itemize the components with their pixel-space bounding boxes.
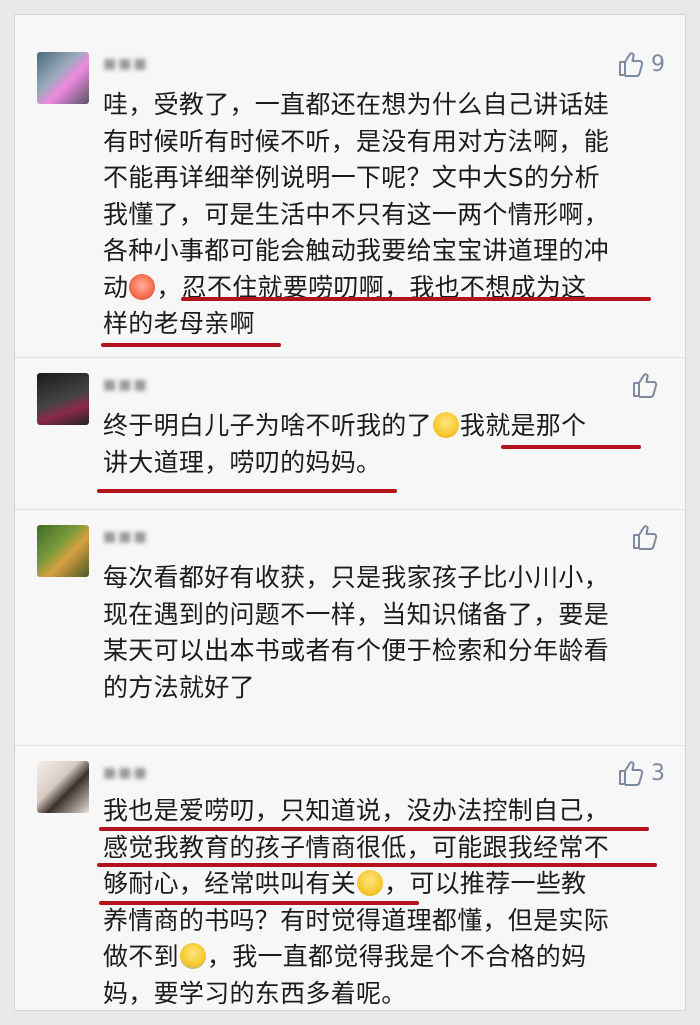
highlight-underline [181,297,651,301]
comment-line: 现在遇到的问题不一样，当知识储备了，要是 [103,599,610,629]
nickname[interactable]: ■■■ [103,56,173,76]
nickname[interactable]: ■■■ [103,529,173,549]
comment-line: 样的老母亲啊 [103,309,255,338]
comment-line: 我也是爱唠叨，只知道说，没办法控制自己， [103,796,610,825]
thumbs-up-icon [631,371,659,399]
comment-line: 有时候听有时候不听，是没有用对方法啊，能 [103,126,610,156]
comment-line: 每次看都好有收获，只是我家孩子比小川小， [103,563,610,592]
like-button[interactable]: 9 [617,49,665,79]
thumbs-up-icon [617,759,645,787]
comment-segment: 做不到 [103,942,179,971]
comment-segment: ，可以推荐一些教 [384,869,587,898]
comment-line: 不能再详细举例说明一下呢？文中大S的分析 [103,163,600,192]
like-button[interactable] [631,522,665,552]
like-count: 3 [651,760,665,786]
comment-line: 我懂了，可是生活中不只有这一两个情形啊， [103,199,610,229]
comment-segment: 够耐心，经常哄叫有关 [103,869,357,898]
comment-segment: ，我一直都觉得我是个不合格的妈 [206,942,587,971]
highlight-underline [97,863,657,867]
comment-line: 哇，受教了，一直都还在想为什么自己讲话娃 [103,90,610,119]
avatar[interactable] [37,525,89,577]
comment-line: 讲大道理，唠叨的妈妈。 [103,447,382,477]
comment-line: 养情商的书吗？有时觉得道理都懂，但是实际 [103,905,610,935]
grinning-face-icon [432,412,459,438]
like-count: 9 [651,51,665,77]
comment-line: 感觉我教育的孩子情商很低，可能跟我经常不 [103,832,610,862]
nickname[interactable]: ■■■ [103,765,173,785]
divider [15,509,687,510]
highlight-underline [99,901,419,905]
thumbs-up-icon [617,50,645,78]
frowning-face-icon [357,870,384,896]
comment-line: 各种小事都可能会触动我要给宝宝讲道理的冲 [103,236,610,265]
comment-line: 够耐心，经常哄叫有关 ，可以推荐一些教 [103,866,663,903]
comment-line: 某天可以出本书或者有个便于检索和分年龄看 [103,636,610,665]
comment-text: 哇，受教了，一直都还在想为什么自己讲话娃 有时候听有时候不听，是没有用对方法啊，… [103,87,663,343]
comment-line: 妈，要学习的东西多着呢。 [103,978,407,1008]
highlight-underline [101,343,281,347]
thumbs-up-icon [631,523,659,551]
comment-line: 终于明白儿子为啥不听我的了 我就是那个 [103,408,663,445]
divider [15,357,687,358]
comment-segment: 动 [103,272,129,302]
highlight-underline [99,827,649,831]
comment-segment: 终于明白儿子为啥不听我的了 [103,411,432,440]
flushed-face-icon [129,273,156,300]
nickname[interactable]: ■■■ [103,377,173,397]
comment-line: 的方法就好了 [103,672,255,702]
comment-text: 每次看都好有收获，只是我家孩子比小川小， 现在遇到的问题不一样，当知识储备了，要… [103,560,663,706]
like-button[interactable]: 3 [617,758,665,788]
comment-segment: 我就是那个 [459,411,587,440]
highlight-underline [97,489,397,493]
like-button[interactable] [631,370,665,400]
avatar[interactable] [37,761,89,813]
avatar[interactable] [37,52,89,104]
avatar[interactable] [37,373,89,425]
comment-list: ■■■ 9 哇，受教了，一直都还在想为什么自己讲话娃 有时候听有时候不听，是没有… [14,14,687,1011]
crying-face-icon [179,943,206,969]
highlight-underline [501,445,641,449]
divider [15,745,687,746]
comment-line: 做不到 ，我一直都觉得我是个不合格的妈 [103,939,663,976]
